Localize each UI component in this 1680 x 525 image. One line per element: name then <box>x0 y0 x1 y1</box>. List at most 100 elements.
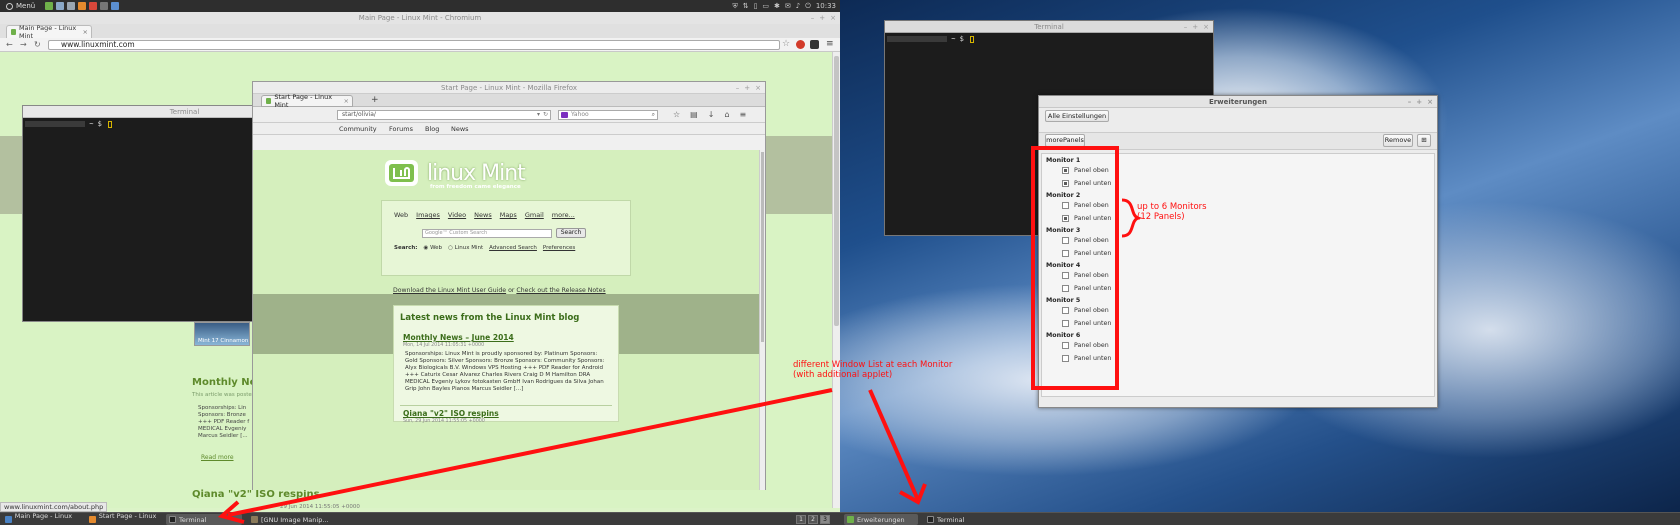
advanced-search-link[interactable]: Advanced Search <box>489 245 537 251</box>
reload-icon[interactable]: ↻ <box>34 40 41 49</box>
terminal-titlebar[interactable]: Terminal –+ × <box>885 21 1213 33</box>
terminal-prompt[interactable]: ~ $ <box>25 120 113 128</box>
window-list-item[interactable]: Terminal <box>166 514 242 525</box>
checkbox[interactable] <box>1062 307 1069 314</box>
release-notes-link[interactable]: Check out the Release Notes <box>516 287 605 294</box>
gimp-launcher-icon[interactable] <box>100 2 109 10</box>
extension-icon[interactable] <box>810 40 819 49</box>
google-link-video[interactable]: Video <box>448 211 466 219</box>
window-list-item[interactable]: [GNU Image Manip... <box>248 514 330 525</box>
news-item-title[interactable]: Qiana "v2" ISO respins <box>403 409 499 418</box>
workspace-3[interactable]: 3 <box>820 515 830 524</box>
google-link-more[interactable]: more... <box>552 211 575 219</box>
checkbox[interactable] <box>1062 167 1069 174</box>
mint-screenshot-thumbnail[interactable]: Mint 17 Cinnamon <box>194 322 250 346</box>
close-icon[interactable]: × <box>1427 96 1433 108</box>
checkbox[interactable] <box>1062 250 1069 257</box>
clipboard-icon[interactable]: ▯ <box>754 2 758 10</box>
maximize-icon[interactable]: + <box>1192 21 1198 33</box>
menu-button[interactable]: Menü <box>0 2 35 10</box>
minimize-icon[interactable]: – <box>1184 21 1188 33</box>
window-list-item[interactable]: Terminal <box>924 514 998 525</box>
settings-launcher-icon[interactable] <box>111 2 120 10</box>
chromium-launcher-icon[interactable] <box>89 2 98 10</box>
google-link-news[interactable]: News <box>474 211 492 219</box>
minimize-icon[interactable]: – <box>1408 96 1412 108</box>
shield-icon[interactable]: ⛨ <box>732 2 737 11</box>
qiana-news-heading[interactable]: Qiana "v2" ISO respins <box>192 489 320 500</box>
extensions-titlebar[interactable]: Erweiterungen – + × <box>1039 96 1437 108</box>
panel-checkbox-row[interactable]: Panel unten <box>1062 355 1111 362</box>
more-panels-tab[interactable]: morePanels <box>1045 134 1085 147</box>
all-settings-button[interactable]: Alle Einstellungen <box>1045 110 1109 122</box>
workspace-2[interactable]: 2 <box>808 515 818 524</box>
window-list-item[interactable]: Start Page - Linux ... <box>86 512 162 525</box>
maximize-icon[interactable]: + <box>1416 96 1422 108</box>
panel-checkbox-row[interactable]: Panel oben <box>1062 272 1109 279</box>
user-guide-link[interactable]: Download the Linux Mint User Guide <box>393 287 506 294</box>
google-search-input[interactable]: Google™ Custom Search <box>422 229 552 238</box>
terminal-prompt[interactable]: ~ $ <box>887 35 975 43</box>
star-icon[interactable]: ☆ <box>782 39 790 49</box>
firefox-launcher-icon[interactable] <box>78 2 87 10</box>
google-link-maps[interactable]: Maps <box>500 211 517 219</box>
bookmark-community[interactable]: Community <box>339 125 377 133</box>
close-icon[interactable]: × <box>1203 21 1209 33</box>
checkbox[interactable] <box>1062 285 1069 292</box>
panel-checkbox-row[interactable]: Panel oben <box>1062 167 1109 174</box>
firefox-tab[interactable]: Start Page - Linux Mint × <box>261 93 353 109</box>
back-icon[interactable]: ← <box>6 40 13 49</box>
checkbox[interactable] <box>1062 342 1069 349</box>
chromium-scrollbar[interactable] <box>832 52 840 508</box>
bookmark-news[interactable]: News <box>451 125 469 133</box>
checkbox[interactable] <box>1062 202 1069 209</box>
clock[interactable]: 10:33 <box>816 2 836 10</box>
google-search-button[interactable]: Search <box>556 228 586 238</box>
firefox-search-box[interactable]: Yahoo ⌕ <box>558 110 658 120</box>
terminal-launcher-icon[interactable] <box>56 2 65 10</box>
google-link-images[interactable]: Images <box>416 211 440 219</box>
tab-close-icon[interactable]: × <box>83 28 88 36</box>
panel-checkbox-row[interactable]: Panel unten <box>1062 250 1111 257</box>
configure-button[interactable]: ⊞ <box>1417 134 1431 147</box>
adblock-icon[interactable] <box>796 40 805 49</box>
preferences-link[interactable]: Preferences <box>543 245 575 251</box>
google-link-web[interactable]: Web <box>394 211 408 219</box>
checkbox[interactable] <box>1062 215 1069 222</box>
checkbox[interactable] <box>1062 272 1069 279</box>
checkbox[interactable] <box>1062 355 1069 362</box>
new-tab-icon[interactable]: + <box>371 95 379 105</box>
checkbox[interactable] <box>1062 180 1069 187</box>
bookmark-star-icon[interactable]: ☆ <box>673 110 680 119</box>
google-link-gmail[interactable]: Gmail <box>525 211 544 219</box>
download-icon[interactable]: ↓ <box>708 110 715 119</box>
scroll-thumb[interactable] <box>761 152 764 342</box>
radio-linux-mint[interactable]: ○ Linux Mint <box>448 245 483 251</box>
home-icon[interactable]: ⌂ <box>724 110 729 119</box>
forward-icon[interactable]: → <box>20 40 27 49</box>
checkbox[interactable] <box>1062 320 1069 327</box>
bookmark-forums[interactable]: Forums <box>389 125 413 133</box>
address-bar[interactable]: www.linuxmint.com <box>48 40 780 50</box>
close-icon[interactable]: × <box>755 82 761 94</box>
maximize-icon[interactable]: + <box>819 12 825 24</box>
remove-button[interactable]: Remove <box>1383 134 1413 147</box>
hamburger-menu-icon[interactable]: ≡ <box>740 110 747 119</box>
chromium-tab[interactable]: Main Page - Linux Mint × <box>6 24 92 40</box>
panel-checkbox-row[interactable]: Panel oben <box>1062 202 1109 209</box>
firefox-url-bar[interactable]: start/olivia/ ▾ ↻ <box>337 110 551 120</box>
scroll-thumb[interactable] <box>834 56 839 326</box>
volume-icon[interactable]: ♪ <box>796 2 800 10</box>
close-icon[interactable]: × <box>830 12 836 24</box>
news-item-title[interactable]: Monthly News – June 2014 <box>403 333 514 342</box>
menu-icon[interactable]: ≡ <box>826 39 834 49</box>
dropdown-icon[interactable]: ▾ <box>537 111 540 119</box>
minimize-icon[interactable]: – <box>811 12 815 24</box>
panel-checkbox-row[interactable]: Panel oben <box>1062 307 1109 314</box>
panel-checkbox-row[interactable]: Panel unten <box>1062 320 1111 327</box>
network-icon[interactable]: ⇅ <box>743 2 749 10</box>
panel-checkbox-row[interactable]: Panel oben <box>1062 237 1109 244</box>
panel-checkbox-row[interactable]: Panel unten <box>1062 285 1111 292</box>
chromium-titlebar[interactable]: Main Page - Linux Mint - Chromium – + × <box>0 12 840 24</box>
workspace-1[interactable]: 1 <box>796 515 806 524</box>
